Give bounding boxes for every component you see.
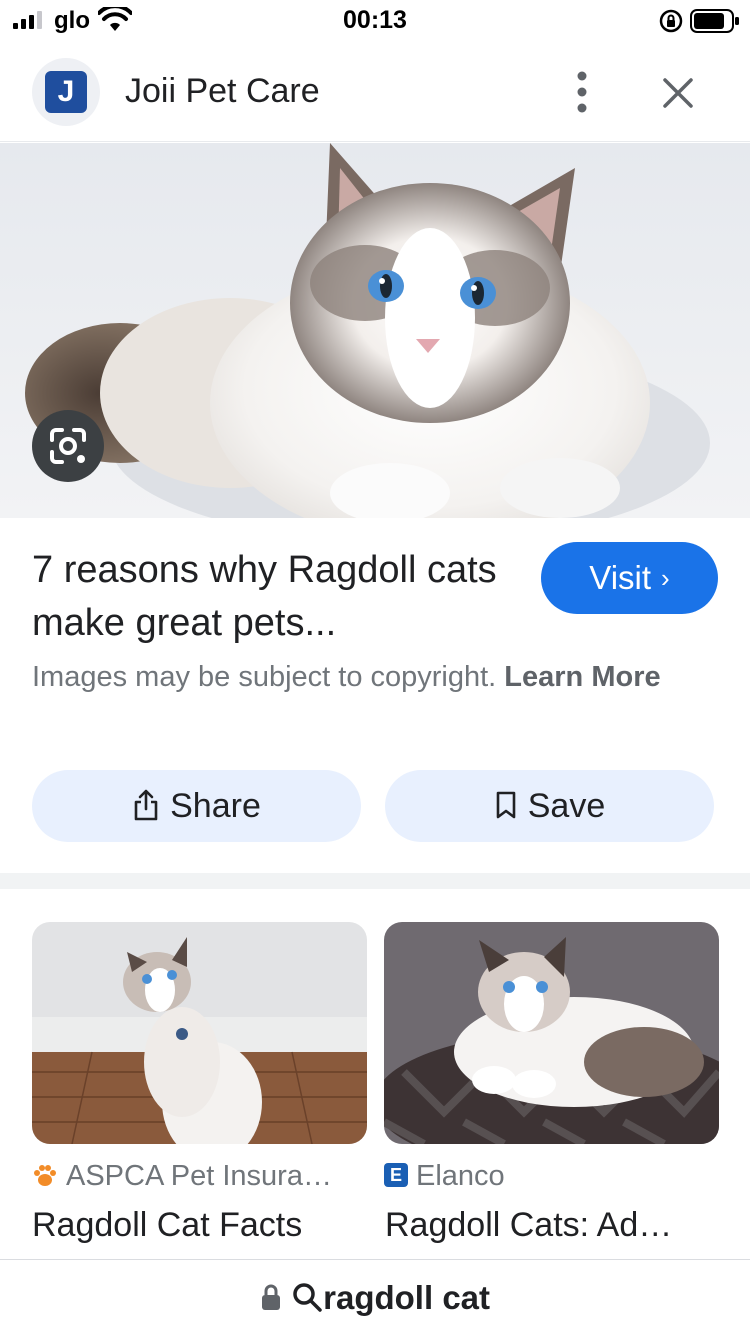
chevron-right-icon: ›: [661, 563, 670, 593]
save-label: Save: [527, 787, 606, 825]
lock-icon: [261, 1284, 280, 1311]
learn-more-link[interactable]: Learn More: [504, 661, 660, 693]
result-title[interactable]: 7 reasons why Ragdoll cats make great pe…: [32, 544, 512, 650]
share-button[interactable]: Share: [32, 770, 361, 842]
google-lens-button[interactable]: [32, 410, 104, 482]
copyright-text: Images may be subject to copyright.: [32, 661, 497, 693]
related-source-name-2: Elanco: [416, 1160, 505, 1192]
rotation-lock-icon: [659, 9, 683, 33]
bookmark-icon: [496, 791, 516, 819]
status-time: 00:13: [343, 6, 407, 34]
share-icon: [134, 789, 158, 821]
search-icon: [293, 1283, 322, 1313]
related-title-1[interactable]: Ragdoll Cat Facts: [32, 1202, 367, 1248]
search-query-text: ragdoll cat: [323, 1279, 491, 1316]
elanco-favicon: E: [384, 1163, 408, 1188]
related-source-1[interactable]: ASPCA Pet Insura…: [32, 1156, 332, 1196]
section-divider: [0, 873, 750, 889]
site-header: J Joii Pet Care: [0, 44, 750, 142]
related-source-name-1: ASPCA Pet Insura…: [66, 1160, 332, 1192]
battery-icon: [690, 9, 739, 33]
ragdoll-cat-sitting-photo: [32, 922, 367, 1144]
paw-icon: [34, 1165, 56, 1187]
copyright-notice: Images may be subject to copyright. Lear…: [32, 656, 682, 698]
related-source-2[interactable]: E Elanco: [384, 1156, 505, 1196]
visit-button[interactable]: Visit ›: [541, 542, 718, 614]
related-image-2[interactable]: [384, 922, 719, 1144]
ragdoll-kitten-lying-photo: [384, 922, 719, 1144]
visit-label: Visit: [589, 559, 652, 596]
save-button[interactable]: Save: [385, 770, 714, 842]
more-vertical-icon[interactable]: [562, 66, 602, 118]
site-name[interactable]: Joii Pet Care: [125, 72, 320, 111]
related-image-1[interactable]: [32, 922, 367, 1144]
ragdoll-cat-photo: [0, 143, 750, 518]
related-title-2[interactable]: Ragdoll Cats: Ad…: [385, 1202, 720, 1248]
hero-image[interactable]: [0, 143, 750, 518]
close-icon[interactable]: [655, 70, 701, 116]
joii-logo: J: [45, 71, 87, 113]
search-query-display: ragdoll cat: [0, 1278, 750, 1318]
site-favicon[interactable]: J: [32, 58, 100, 126]
search-query-bar[interactable]: ragdoll cat: [0, 1259, 750, 1334]
share-label: Share: [170, 787, 261, 825]
google-lens-icon: [50, 428, 86, 464]
status-bar: glo 00:13: [0, 0, 750, 44]
